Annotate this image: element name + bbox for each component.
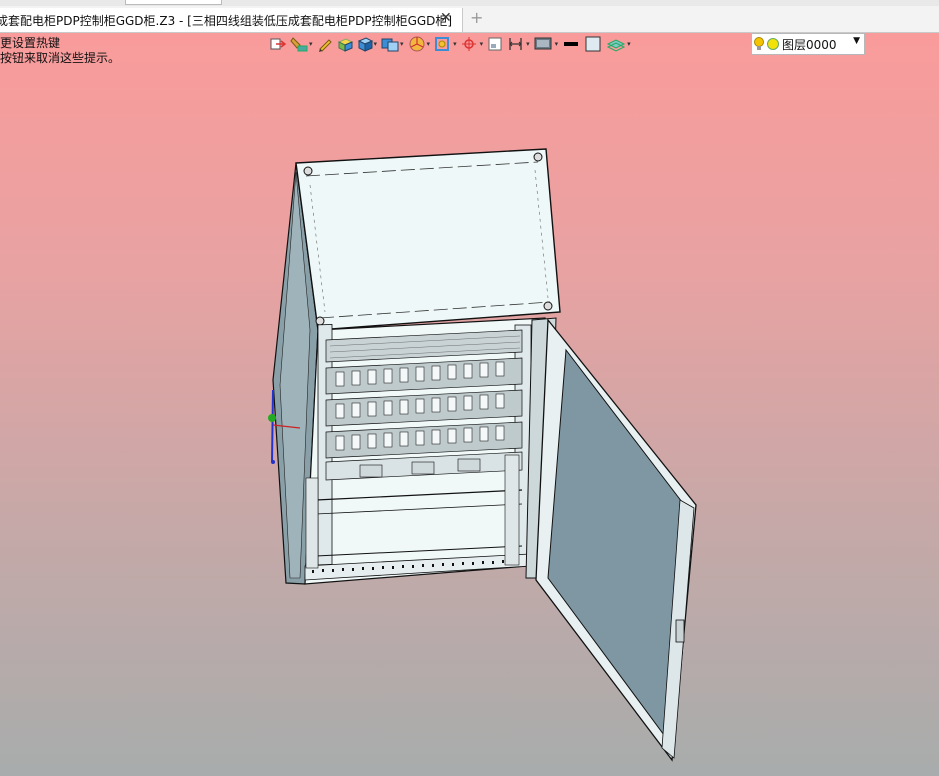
search-field-remnant[interactable] — [125, 0, 222, 5]
layer-dropdown[interactable]: 图层0000 ▼ — [751, 33, 865, 55]
dimension-icon[interactable]: ▾ — [507, 34, 530, 54]
window-icon[interactable] — [487, 34, 503, 54]
solid-box-icon[interactable]: ▾ — [357, 34, 377, 54]
view-toolbar: ▾ ▾ ▾ ▾ ▾ ▾ ▾ ▾ ▾ — [270, 33, 635, 55]
frame-icon[interactable]: ▾ — [434, 34, 457, 54]
3d-viewport[interactable]: 成套配电柜PDP控制柜GGD柜.Z3 - [三相四线组装低压成套配电柜PDP控制… — [0, 0, 939, 776]
close-icon[interactable]: ✕ — [440, 10, 452, 26]
light-bulb-icon[interactable] — [752, 36, 766, 52]
layer-stack-icon[interactable]: ▾ — [606, 34, 631, 54]
tab-title: 成套配电柜PDP控制柜GGD柜.Z3 - [三相四线组装低压成套配电柜PDP控制… — [0, 14, 453, 28]
pie-section-icon[interactable]: ▾ — [408, 34, 430, 54]
paint-brush-icon[interactable]: ▾ — [290, 34, 313, 54]
document-tab-bar: 成套配电柜PDP控制柜GGD柜.Z3 - [三相四线组装低压成套配电柜PDP控制… — [0, 0, 939, 33]
display-icon[interactable]: ▾ — [534, 34, 558, 54]
snap-point-icon[interactable]: ▾ — [461, 34, 483, 54]
menu-strip-remnant — [0, 0, 939, 6]
layer-name: 图层0000 — [782, 37, 837, 52]
cabinet-3d-model[interactable] — [0, 0, 939, 776]
hint-text: 更设置热键 按钮来取消这些提示。 — [0, 36, 120, 66]
exit-icon[interactable] — [270, 34, 286, 54]
box-color-icon[interactable] — [337, 34, 353, 54]
render-mode-icon[interactable]: ▾ — [381, 34, 404, 54]
pencil-icon[interactable] — [317, 34, 333, 54]
hint-line-2: 按钮来取消这些提示。 — [0, 51, 121, 65]
hint-line-1: 更设置热键 — [0, 36, 61, 50]
line-color-icon[interactable] — [562, 34, 580, 54]
layer-color-dot-icon — [767, 38, 779, 50]
tab-document[interactable]: 成套配电柜PDP控制柜GGD柜.Z3 - [三相四线组装低压成套配电柜PDP控制… — [0, 8, 463, 32]
new-tab-button[interactable]: + — [470, 8, 483, 27]
chevron-down-icon[interactable]: ▼ — [853, 36, 860, 46]
fill-color-icon[interactable] — [584, 34, 602, 54]
